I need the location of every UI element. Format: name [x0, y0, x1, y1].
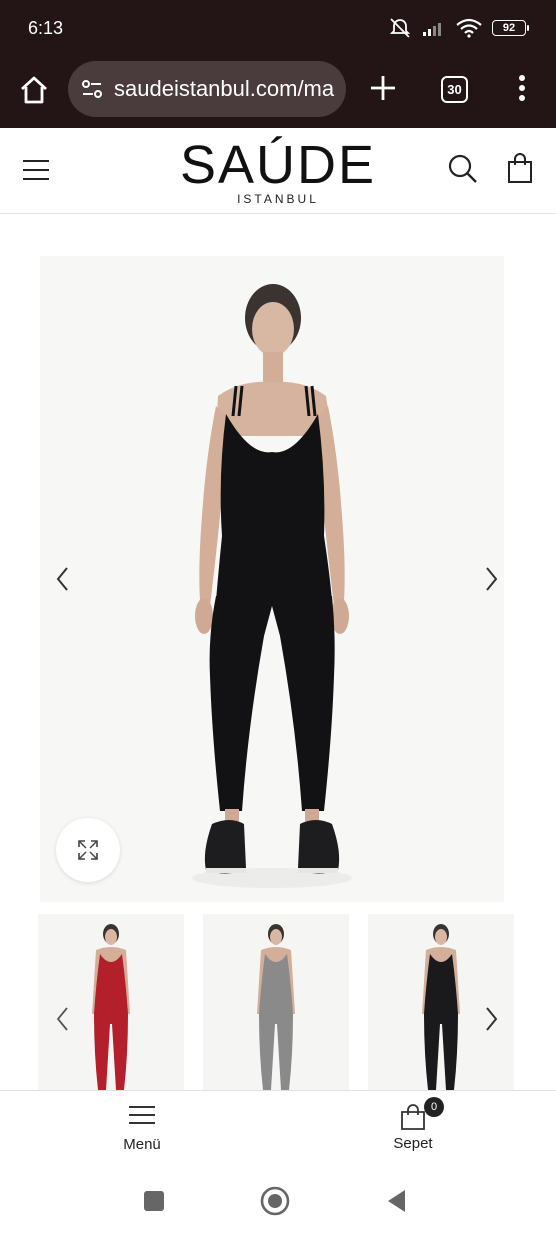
bottom-navigation: Menü 0 Sepet: [0, 1090, 556, 1168]
battery-icon: 92: [492, 20, 529, 36]
signal-icon: [423, 23, 441, 36]
home-icon[interactable]: [18, 74, 50, 106]
menu-icon: [129, 1106, 155, 1124]
system-navigation-bar: [0, 1168, 556, 1235]
search-icon[interactable]: [448, 154, 478, 184]
menu-label: Menü: [123, 1136, 161, 1153]
cart-count-badge: 0: [424, 1097, 444, 1117]
thumbnail-red[interactable]: [38, 914, 184, 1092]
zoom-button[interactable]: [56, 818, 120, 882]
back-triangle-icon[interactable]: [385, 1188, 407, 1214]
tab-count: 30: [447, 82, 462, 97]
product-main-image[interactable]: [40, 256, 504, 902]
site-logo[interactable]: SAÚDE ISTANBUL: [178, 136, 378, 206]
product-photo: [40, 256, 504, 902]
thumbnail-strip: [0, 914, 556, 1092]
thumbnail-grey[interactable]: [203, 914, 349, 1092]
tab-switcher-icon[interactable]: 30: [441, 76, 468, 103]
status-bar: 6:13 92: [0, 0, 556, 56]
url-text[interactable]: saudeistanbul.com/ma: [114, 76, 334, 102]
cart-bag-icon: [401, 1104, 425, 1130]
shopping-bag-icon[interactable]: [506, 152, 534, 184]
home-circle-icon[interactable]: [260, 1186, 290, 1216]
more-vert-icon[interactable]: [510, 73, 534, 103]
battery-level: 92: [502, 22, 516, 34]
cart-label: Sepet: [393, 1135, 433, 1152]
thumbs-prev-chevron-left-icon[interactable]: [52, 1004, 74, 1034]
cart-nav-button[interactable]: 0 Sepet: [368, 1097, 458, 1152]
thumbnail-photo: [422, 924, 460, 1090]
gallery-next-chevron-right-icon[interactable]: [480, 564, 502, 594]
thumbnail-photo: [92, 924, 130, 1090]
logo-brand: SAÚDE: [179, 135, 377, 195]
expand-icon: [78, 840, 98, 860]
gallery-prev-chevron-left-icon[interactable]: [52, 564, 74, 594]
site-settings-icon[interactable]: [80, 77, 104, 101]
site-header: SAÚDE ISTANBUL: [0, 128, 556, 214]
thumbs-next-chevron-right-icon[interactable]: [480, 1004, 502, 1034]
hamburger-menu-icon[interactable]: [22, 158, 50, 182]
address-bar[interactable]: saudeistanbul.com/ma: [68, 61, 346, 117]
status-time: 6:13: [28, 18, 64, 38]
recents-square-icon[interactable]: [143, 1190, 165, 1212]
wifi-icon: [456, 18, 482, 38]
status-icons: 92: [388, 16, 529, 40]
do-not-disturb-icon: [389, 18, 411, 38]
new-tab-plus-icon[interactable]: [368, 73, 398, 103]
menu-nav-button[interactable]: Menü: [97, 1103, 187, 1153]
thumbnail-photo: [257, 924, 295, 1090]
thumbnail-black[interactable]: [368, 914, 514, 1092]
browser-toolbar: saudeistanbul.com/ma 30: [0, 56, 556, 128]
